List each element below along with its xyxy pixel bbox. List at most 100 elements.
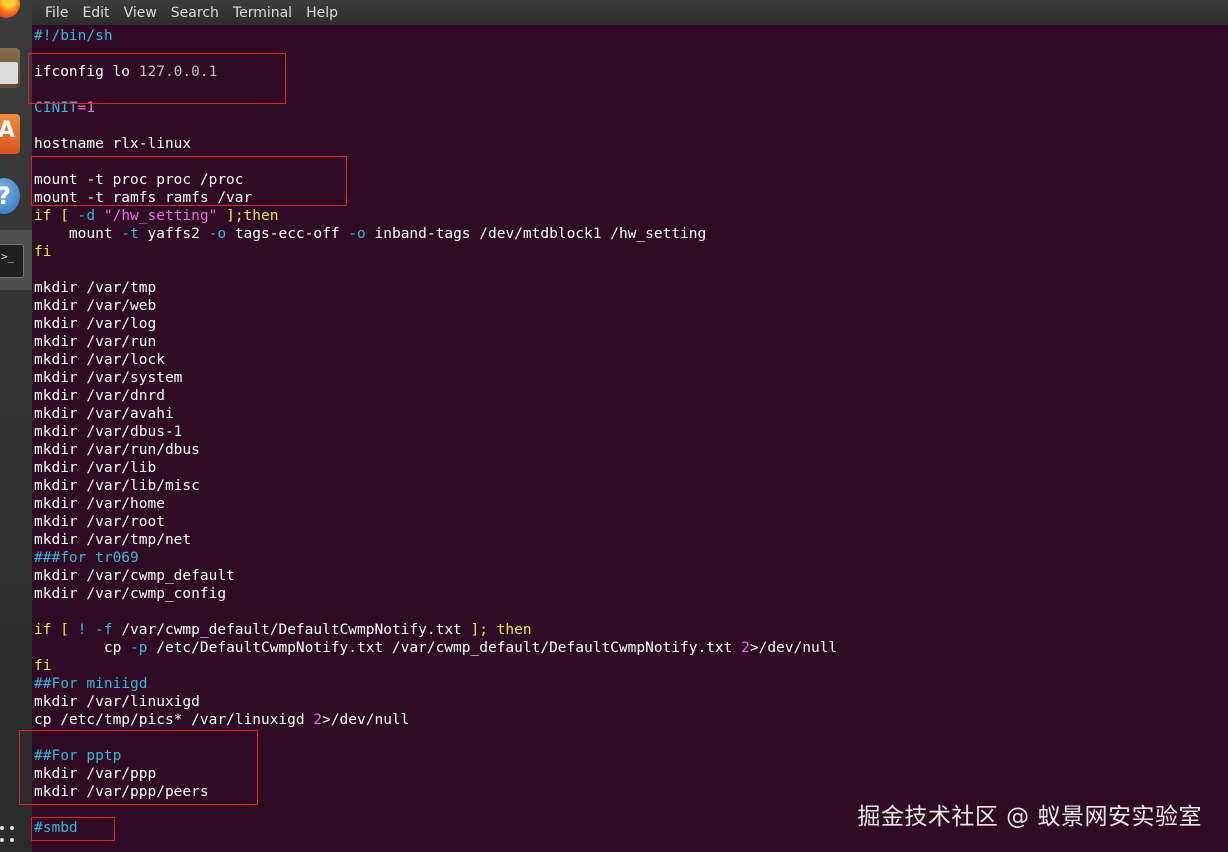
terminal-line: mkdir /var/avahi <box>34 405 1228 423</box>
code-token: mkdir /var/tmp <box>34 280 157 296</box>
code-token: mount <box>34 226 122 242</box>
code-token: mkdir /var/root <box>34 514 165 530</box>
code-token: ]; then <box>470 622 532 638</box>
terminal-line: mkdir /var/cwmp_default <box>34 567 1228 585</box>
code-token: mkdir /var/system <box>34 370 183 386</box>
highlight-box-mount <box>31 156 347 206</box>
terminal-line: mount -t yaffs2 -o tags-ecc-off -o inban… <box>34 225 1228 243</box>
code-token: "/hw_setting" <box>95 208 218 224</box>
highlight-box-ifconfig <box>28 53 286 104</box>
terminal-line: if [ -d "/hw_setting" ];then <box>34 207 1228 225</box>
code-token: ];then <box>217 208 279 224</box>
code-token: -o <box>208 226 227 242</box>
code-token: mkdir /var/home <box>34 496 165 512</box>
terminal-line: mkdir /var/dbus-1 <box>34 423 1228 441</box>
menu-help[interactable]: Help <box>299 5 345 21</box>
launcher-dock: A ? >_ <box>0 0 32 852</box>
terminal-line: mkdir /var/log <box>34 315 1228 333</box>
code-token: -p <box>130 640 148 656</box>
code-token: ##For miniigd <box>34 676 148 692</box>
code-token: hostname rlx-linux <box>34 136 192 152</box>
terminal-line: mkdir /var/lock <box>34 351 1228 369</box>
code-token: mkdir /var/dnrd <box>34 388 165 404</box>
code-token: inband-tags /dev/mtdblock1 /hw_setting <box>365 226 707 242</box>
code-token: cp <box>34 640 131 656</box>
terminal-line: mkdir /var/system <box>34 369 1228 387</box>
firefox-icon[interactable] <box>0 0 32 20</box>
terminal-line: ###for tr069 <box>34 549 1228 567</box>
terminal-line: ##For miniigd <box>34 675 1228 693</box>
highlight-box-smbd <box>31 817 115 841</box>
code-token: /etc/DefaultCwmpNotify.txt /var/cwmp_def… <box>147 640 742 656</box>
menu-terminal[interactable]: Terminal <box>226 5 299 21</box>
code-token: >/dev/null <box>322 712 410 728</box>
code-token: fi <box>34 658 52 674</box>
code-token: 2 <box>313 712 323 728</box>
code-token: if <box>34 622 52 638</box>
software-center-icon[interactable]: A <box>0 108 32 156</box>
terminal-line: fi <box>34 657 1228 675</box>
code-token: -o <box>348 226 366 242</box>
code-token: [ <box>51 208 78 224</box>
terminal-line: mkdir /var/run <box>34 333 1228 351</box>
code-token: mkdir /var/cwmp_config <box>34 586 227 602</box>
terminal-line: mkdir /var/run/dbus <box>34 441 1228 459</box>
terminal-line: mkdir /var/root <box>34 513 1228 531</box>
highlight-box-pptp <box>19 730 258 805</box>
terminal-line: mkdir /var/tmp/net <box>34 531 1228 549</box>
code-token: mkdir /var/linuxigd <box>34 694 200 710</box>
terminal-line: cp -p /etc/DefaultCwmpNotify.txt /var/cw… <box>34 639 1228 657</box>
terminal-line: mkdir /var/web <box>34 297 1228 315</box>
watermark-text: 掘金技术社区 @ 蚁景网安实验室 <box>857 804 1202 830</box>
code-token: mkdir /var/log <box>34 316 157 332</box>
terminal-line: mkdir /var/home <box>34 495 1228 513</box>
code-token: mkdir /var/lib <box>34 460 157 476</box>
code-token: if <box>34 208 52 224</box>
menu-search[interactable]: Search <box>164 5 226 21</box>
terminal-line: hostname rlx-linux <box>34 135 1228 153</box>
code-token: mkdir /var/run <box>34 334 157 350</box>
terminal-line: mkdir /var/cwmp_config <box>34 585 1228 603</box>
terminal-line: fi <box>34 243 1228 261</box>
terminal-line: mkdir /var/linuxigd <box>34 693 1228 711</box>
code-token: fi <box>34 244 52 260</box>
code-token: -t <box>121 226 139 242</box>
show-apps-icon[interactable] <box>0 818 32 852</box>
code-token: mkdir /var/lock <box>34 352 165 368</box>
terminal-line: cp /etc/tmp/pics* /var/linuxigd 2>/dev/n… <box>34 711 1228 729</box>
code-token: ! -f <box>77 622 113 638</box>
terminal-line: mkdir /var/tmp <box>34 279 1228 297</box>
code-token: mkdir /var/dbus-1 <box>34 424 183 440</box>
code-token: mkdir /var/run/dbus <box>34 442 200 458</box>
terminal-line: mkdir /var/lib/misc <box>34 477 1228 495</box>
menu-view[interactable]: View <box>117 5 164 21</box>
code-token: 2 <box>741 640 750 656</box>
terminal-icon[interactable]: >_ <box>0 230 32 290</box>
code-token: mkdir /var/lib/misc <box>34 478 200 494</box>
code-token: mkdir /var/cwmp_default <box>34 568 235 584</box>
code-token: mkdir /var/tmp/net <box>34 532 192 548</box>
terminal-line: if [ ! -f /var/cwmp_default/DefaultCwmpN… <box>34 621 1228 639</box>
code-token: mkdir /var/avahi <box>34 406 174 422</box>
terminal-line: mkdir /var/dnrd <box>34 387 1228 405</box>
code-token: mkdir /var/web <box>34 298 157 314</box>
code-token: [ <box>51 622 78 638</box>
menu-bar: File Edit View Search Terminal Help <box>32 0 1228 25</box>
code-token: yaffs2 <box>138 226 209 242</box>
code-token: cp /etc/tmp/pics* /var/linuxigd <box>34 712 314 728</box>
code-token: -d <box>77 208 96 224</box>
menu-edit[interactable]: Edit <box>75 5 116 21</box>
menu-file[interactable]: File <box>38 5 75 21</box>
code-token: ###for tr069 <box>34 550 139 566</box>
help-icon[interactable]: ? <box>0 176 32 220</box>
code-token: #!/bin/sh <box>34 28 113 44</box>
terminal-line: mkdir /var/lib <box>34 459 1228 477</box>
code-token: /var/cwmp_default/DefaultCwmpNotify.txt <box>112 622 471 638</box>
terminal-text-area[interactable]: #!/bin/sh ifconfig lo 127.0.0.1 CINIT=1 hos… <box>34 27 1228 852</box>
terminal-line: #!/bin/sh <box>34 27 1228 45</box>
code-token: >/dev/null <box>749 640 838 656</box>
code-token: tags-ecc-off <box>226 226 349 242</box>
